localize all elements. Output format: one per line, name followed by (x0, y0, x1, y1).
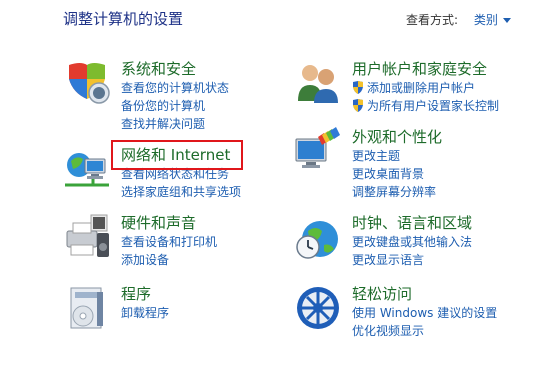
link-adjust-resolution[interactable]: 调整屏幕分辨率 (352, 183, 442, 201)
category-title-appearance[interactable]: 外观和个性化 (352, 127, 442, 147)
link-add-remove-accounts[interactable]: 添加或删除用户帐户 (352, 79, 499, 97)
link-change-display-language[interactable]: 更改显示语言 (352, 251, 472, 269)
clock-globe-icon (296, 221, 338, 259)
link-view-computer-status[interactable]: 查看您的计算机状态 (121, 79, 229, 97)
link-uninstall-program[interactable]: 卸载程序 (121, 304, 169, 322)
uac-shield-icon (353, 81, 363, 94)
view-by: 查看方式: 类别 (406, 11, 511, 28)
link-add-device[interactable]: 添加设备 (121, 251, 217, 269)
link-add-remove-accounts-label: 添加或删除用户帐户 (367, 81, 476, 95)
category-title-system[interactable]: 系统和安全 (121, 59, 229, 79)
link-parental-controls-label: 为所有用户设置家长控制 (367, 99, 500, 113)
users-icon (298, 65, 338, 103)
category-title-ease[interactable]: 轻松访问 (352, 284, 497, 304)
printer-icon (66, 214, 109, 257)
view-by-label: 查看方式: (406, 13, 459, 27)
programs-box-icon (70, 287, 103, 329)
category-title-users[interactable]: 用户帐户和家庭安全 (352, 59, 499, 79)
display-palette-icon (295, 127, 340, 168)
chevron-down-icon (502, 18, 511, 23)
network-globe-icon (65, 153, 109, 187)
link-backup-computer[interactable]: 备份您的计算机 (121, 97, 229, 115)
ease-of-access-icon (297, 287, 339, 329)
link-optimize-display[interactable]: 优化视频显示 (352, 322, 497, 340)
view-by-value: 类别 (473, 13, 498, 27)
category-title-clock[interactable]: 时钟、语言和区域 (352, 213, 472, 233)
security-shield-icon (69, 63, 110, 104)
highlight-box (111, 140, 243, 170)
link-change-keyboard[interactable]: 更改键盘或其他输入法 (352, 233, 472, 251)
page-title: 调整计算机的设置 (63, 10, 184, 28)
category-title-programs[interactable]: 程序 (121, 284, 169, 304)
link-change-desktop-background[interactable]: 更改桌面背景 (352, 165, 442, 183)
link-homegroup-sharing[interactable]: 选择家庭组和共享选项 (121, 183, 241, 201)
category-title-hardware[interactable]: 硬件和声音 (121, 213, 217, 233)
link-troubleshoot[interactable]: 查找并解决问题 (121, 115, 229, 133)
link-change-theme[interactable]: 更改主题 (352, 147, 442, 165)
uac-shield-icon (353, 99, 363, 112)
link-recommended-settings[interactable]: 使用 Windows 建议的设置 (352, 304, 497, 322)
view-by-dropdown[interactable]: 类别 (474, 13, 511, 27)
link-devices-printers[interactable]: 查看设备和打印机 (121, 233, 217, 251)
link-parental-controls[interactable]: 为所有用户设置家长控制 (352, 97, 499, 115)
